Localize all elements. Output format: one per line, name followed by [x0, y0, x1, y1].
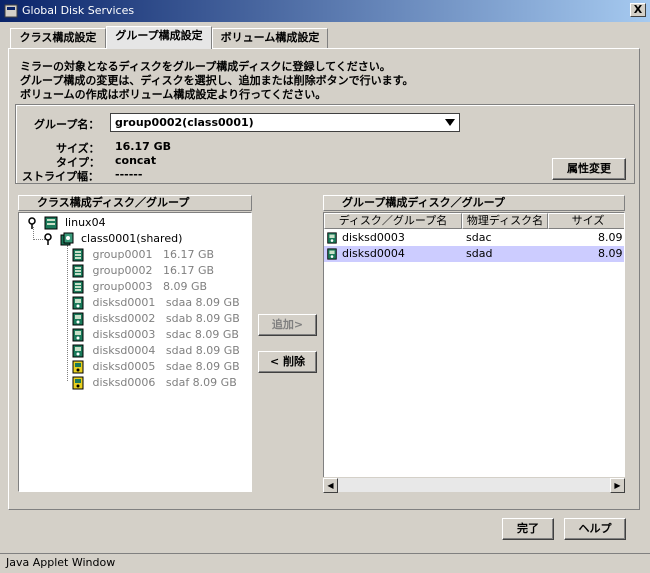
add-button[interactable]: 追加>	[258, 314, 317, 336]
table-row[interactable]: disksd0003 sdac 8.09 G	[324, 230, 624, 246]
group-icon	[72, 264, 84, 278]
tree-item[interactable]: disksd0001 sdaa 8.09 GB	[71, 295, 240, 311]
help-button[interactable]: ヘルプ	[564, 518, 626, 540]
tab-class-settings[interactable]: クラス構成設定	[10, 28, 106, 48]
disk-icon	[72, 344, 84, 358]
expanded-node-icon	[28, 217, 36, 229]
class-disk-tree[interactable]: linux04 class0001(shared) group0001 16.1…	[18, 212, 252, 492]
tree-item[interactable]: disksd0003 sdac 8.09 GB	[71, 327, 239, 343]
app-icon	[4, 4, 18, 18]
scroll-left-icon[interactable]: ◀	[323, 478, 338, 493]
tree-item[interactable]: group0003 8.09 GB	[71, 279, 207, 295]
disk-icon	[327, 232, 337, 244]
class-label: class0001(shared)	[81, 232, 183, 245]
column-header-physical[interactable]: 物理ディスク名	[462, 213, 548, 229]
host-label: linux04	[65, 216, 106, 229]
done-button[interactable]: 完了	[502, 518, 554, 540]
tree-item[interactable]: group0002 16.17 GB	[71, 263, 214, 279]
title-bar: Global Disk Services X	[0, 0, 650, 22]
column-header-size[interactable]: サイズ	[548, 213, 624, 229]
disk-icon	[72, 328, 84, 342]
status-bar: Java Applet Window	[0, 553, 650, 573]
group-icon	[72, 248, 84, 262]
tree-item[interactable]: disksd0002 sdab 8.09 GB	[71, 311, 240, 327]
chevron-down-icon	[445, 119, 455, 126]
remove-button[interactable]: < 削除	[258, 351, 317, 373]
disk-icon	[72, 296, 84, 310]
table-row-selected[interactable]: disksd0004 sdad 8.09 G	[324, 246, 624, 262]
tree-item[interactable]: group0001 16.17 GB	[71, 247, 214, 263]
tree-node-class[interactable]: class0001(shared)	[43, 231, 182, 247]
host-icon	[44, 216, 57, 230]
close-button[interactable]: X	[630, 3, 646, 17]
description-line-3: ボリュームの作成はボリューム構成設定より行ってください。	[20, 88, 327, 101]
tree-item[interactable]: disksd0006 sdaf 8.09 GB	[71, 375, 237, 391]
disk-icon	[327, 248, 337, 260]
column-header-name[interactable]: ディスク／グループ名	[324, 213, 462, 229]
group-name-label: グループ名：	[34, 118, 100, 131]
tab-volume-settings[interactable]: ボリューム構成設定	[212, 28, 328, 48]
disk-warning-icon	[72, 376, 84, 390]
window-title: Global Disk Services	[22, 4, 135, 17]
group-name-value: group0002(class0001)	[115, 116, 254, 129]
disk-warning-icon	[72, 360, 84, 374]
tab-group-settings[interactable]: グループ構成設定	[106, 26, 212, 49]
tree-node-host[interactable]: linux04	[27, 215, 106, 231]
group-disks-panel-title: グループ構成ディスク／グループ	[323, 195, 625, 211]
group-name-select[interactable]: group0002(class0001)	[110, 113, 460, 132]
horizontal-scrollbar[interactable]: ◀ ▶	[323, 477, 625, 493]
class-disks-panel-title: クラス構成ディスク／グループ	[18, 195, 252, 211]
tree-item[interactable]: disksd0005 sdae 8.09 GB	[71, 359, 240, 375]
type-value: concat	[115, 154, 157, 167]
tree-item[interactable]: disksd0004 sdad 8.09 GB	[71, 343, 240, 359]
size-value: 16.17 GB	[115, 140, 172, 153]
expanded-node-icon	[44, 233, 52, 245]
scroll-right-icon[interactable]: ▶	[610, 478, 625, 493]
stripe-width-label: ストライプ幅：	[22, 170, 99, 183]
change-attributes-button[interactable]: 属性変更	[552, 158, 626, 180]
class-icon	[60, 232, 73, 246]
stripe-width-value: ------	[115, 168, 143, 181]
group-icon	[72, 280, 84, 294]
group-disk-table[interactable]: ディスク／グループ名 物理ディスク名 サイズ disksd0003 sdac 8…	[323, 212, 625, 492]
disk-icon	[72, 312, 84, 326]
